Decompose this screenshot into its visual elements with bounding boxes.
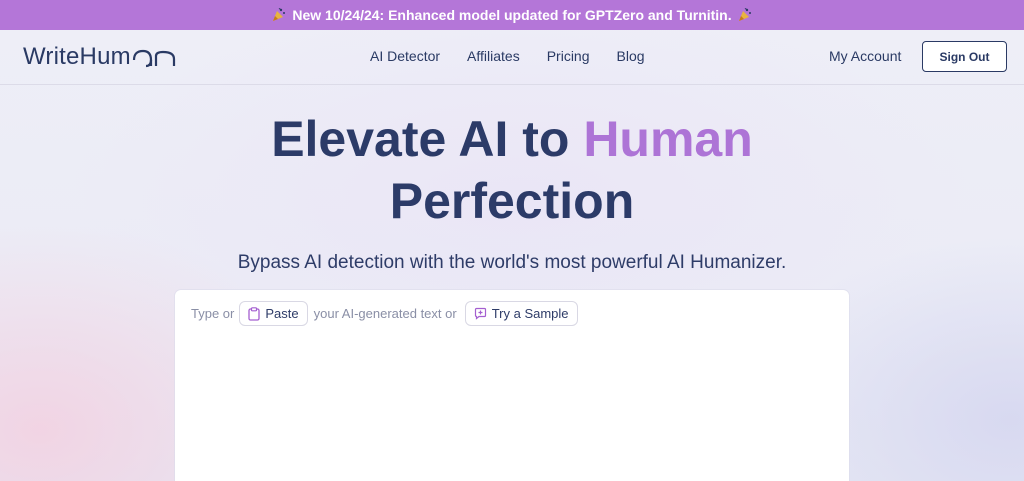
party-popper-icon bbox=[273, 8, 286, 21]
hero-title: Elevate AI to Human Perfection bbox=[0, 108, 1024, 232]
sign-out-button[interactable]: Sign Out bbox=[922, 41, 1007, 72]
party-popper-icon bbox=[738, 8, 751, 21]
hero-title-line2: Perfection bbox=[389, 173, 635, 229]
main-nav: AI Detector Affiliates Pricing Blog bbox=[370, 48, 672, 64]
paste-label: Paste bbox=[265, 306, 299, 321]
logo-wave-graphic bbox=[132, 49, 175, 68]
hero-subtitle: Bypass AI detection with the world's mos… bbox=[237, 252, 787, 273]
site-logo[interactable]: WriteHum bbox=[23, 42, 178, 72]
try-sample-button[interactable]: Try a Sample bbox=[464, 301, 578, 326]
hero-title-part1: Elevate AI to bbox=[271, 111, 584, 167]
text-editor[interactable]: Type or Paste your AI-generated text or … bbox=[175, 290, 849, 481]
announcement-banner[interactable]: New 10/24/24: Enhanced model updated for… bbox=[0, 0, 1024, 30]
nav-ai-detector[interactable]: AI Detector bbox=[370, 48, 440, 64]
site-header: WriteHum AI Detector Affiliates Pricing … bbox=[0, 30, 1024, 85]
nav-blog[interactable]: Blog bbox=[617, 48, 645, 64]
hero-title-accent: Human bbox=[583, 111, 753, 167]
editor-toolbar: Type or Paste your AI-generated text or … bbox=[191, 301, 586, 326]
sample-icon bbox=[474, 307, 486, 320]
clipboard-icon bbox=[248, 306, 261, 321]
logo-text: WriteHum bbox=[23, 43, 131, 70]
type-or-label: Type or bbox=[191, 306, 235, 321]
middle-label: your AI-generated text or bbox=[313, 306, 457, 321]
try-sample-label: Try a Sample bbox=[491, 306, 569, 321]
paste-button[interactable]: Paste bbox=[239, 301, 308, 326]
announcement-text: New 10/24/24: Enhanced model updated for… bbox=[292, 7, 732, 23]
nav-pricing[interactable]: Pricing bbox=[547, 48, 590, 64]
nav-affiliates[interactable]: Affiliates bbox=[467, 48, 520, 64]
my-account-link[interactable]: My Account bbox=[829, 48, 901, 64]
